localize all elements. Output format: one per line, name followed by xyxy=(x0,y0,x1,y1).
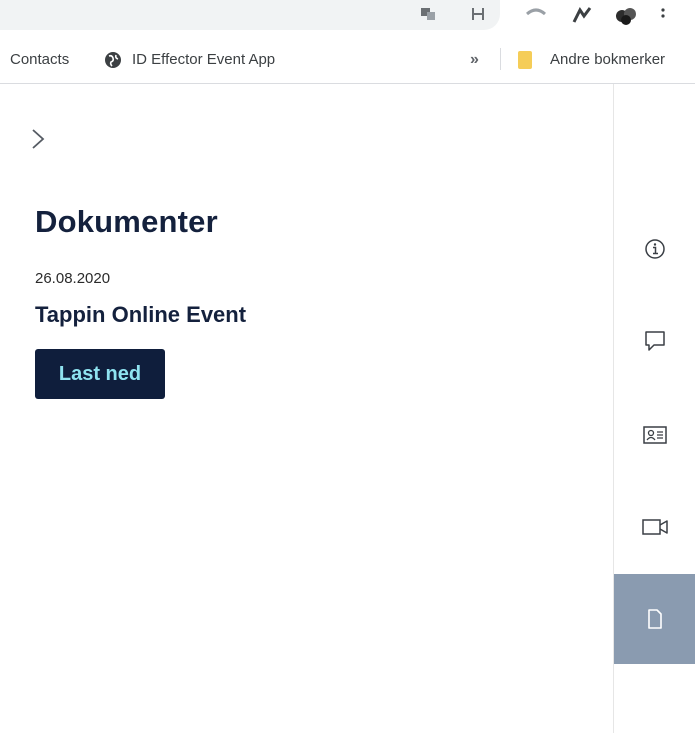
document-date: 26.08.2020 xyxy=(35,270,111,287)
browser-toolbar xyxy=(0,0,695,36)
overflow-chevron-icon: » xyxy=(470,50,479,68)
bookmark-folder-other[interactable]: Andre bokmerker xyxy=(518,36,665,83)
bookmarks-bar: Contacts ID Effector Event App » Andre b… xyxy=(0,36,695,84)
sidebar-item-contact-card[interactable] xyxy=(614,390,695,480)
puzzle-icon[interactable] xyxy=(572,6,592,23)
document-icon xyxy=(647,609,662,629)
video-icon xyxy=(641,519,668,535)
bookmark-label: ID Effector Event App xyxy=(132,51,276,68)
bookmarks-overflow-button[interactable]: » xyxy=(470,36,479,83)
browser-window: Contacts ID Effector Event App » Andre b… xyxy=(0,0,695,733)
sidebar-item-chat[interactable] xyxy=(614,296,695,386)
bookmark-contacts[interactable]: Contacts xyxy=(10,36,69,83)
bookmark-folder-label: Andre bokmerker xyxy=(550,51,666,68)
chat-icon xyxy=(644,331,665,351)
right-sidebar xyxy=(613,84,695,733)
menu-kebab-icon[interactable] xyxy=(660,6,676,22)
folder-icon xyxy=(518,50,532,69)
bookmark-id-effector-event-app[interactable]: ID Effector Event App xyxy=(104,36,275,83)
page-title: Dokumenter xyxy=(35,204,218,239)
profile-avatar-icon[interactable] xyxy=(614,6,636,25)
download-button[interactable]: Last ned xyxy=(35,349,165,399)
extension-icon[interactable] xyxy=(525,6,546,22)
sidebar-item-info[interactable] xyxy=(614,204,695,294)
document-title: Tappin Online Event xyxy=(35,302,247,327)
translate-icon[interactable] xyxy=(420,6,436,22)
main-content: Dokumenter 26.08.2020 Tappin Online Even… xyxy=(0,84,613,733)
bookmark-star-icon[interactable] xyxy=(470,6,486,22)
sidebar-item-documents[interactable] xyxy=(614,574,695,664)
chevron-right-icon[interactable] xyxy=(30,128,46,150)
globe-icon xyxy=(105,51,121,68)
contact-card-icon xyxy=(642,426,667,444)
info-icon xyxy=(644,239,665,259)
sidebar-item-video[interactable] xyxy=(614,482,695,572)
bookmarks-separator xyxy=(500,48,501,70)
bookmark-label: Contacts xyxy=(10,51,70,68)
